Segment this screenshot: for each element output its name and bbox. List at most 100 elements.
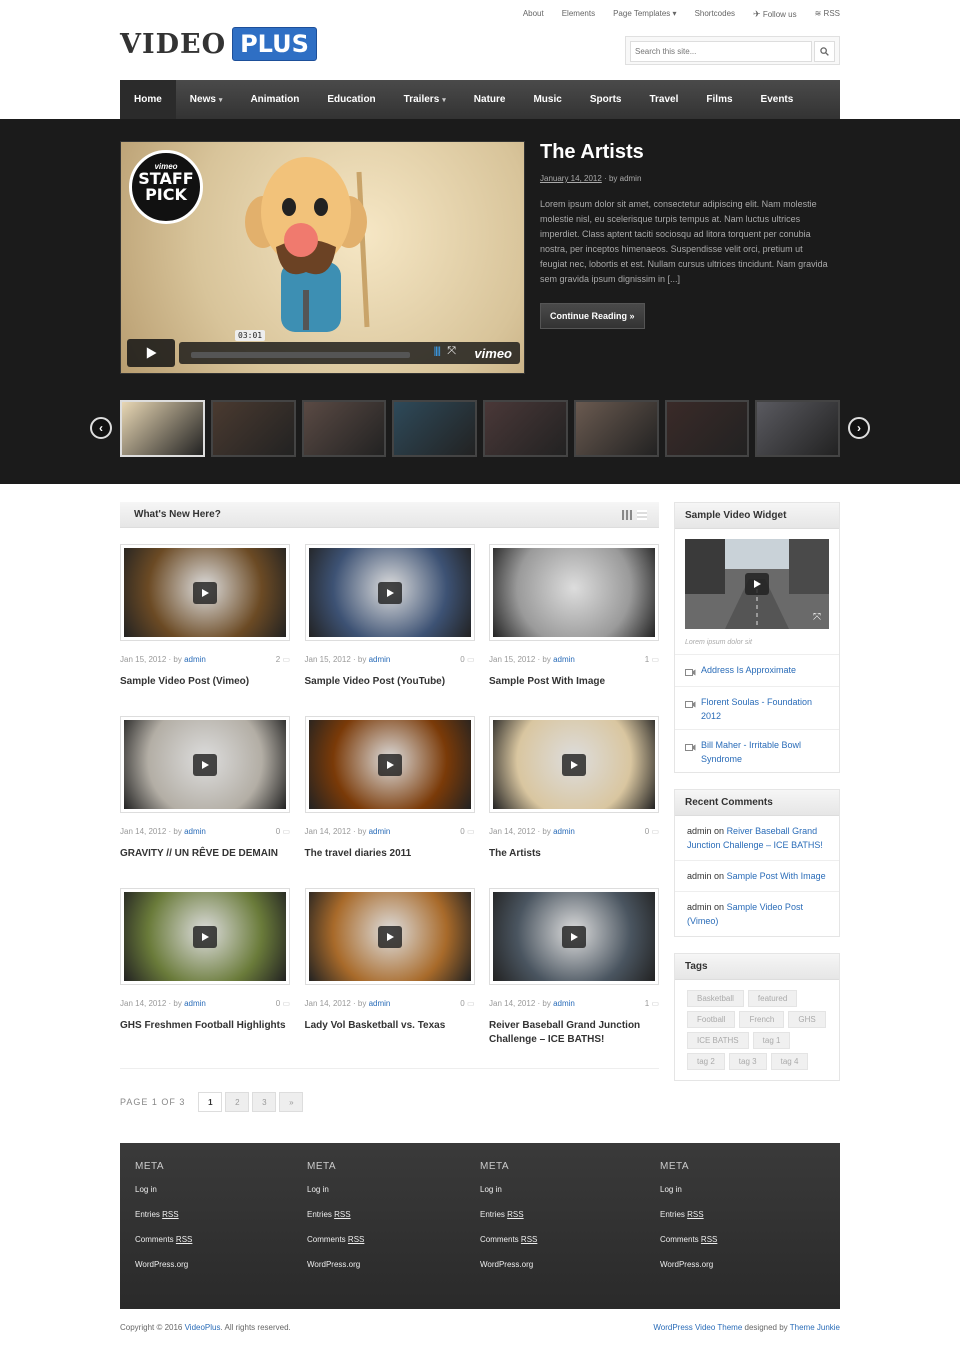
play-button[interactable] — [193, 925, 217, 948]
post-thumbnail[interactable] — [304, 888, 475, 985]
top-link-shortcodes[interactable]: Shortcodes — [695, 9, 735, 20]
nav-item-events[interactable]: Events — [747, 80, 808, 119]
play-button[interactable] — [562, 925, 586, 948]
play-button[interactable] — [745, 573, 769, 595]
comment-count[interactable]: 1 ▭ — [645, 655, 659, 664]
top-link-follow[interactable]: ✈ Follow us — [753, 9, 797, 20]
vimeo-logo[interactable]: vimeo — [474, 346, 512, 361]
play-button[interactable] — [193, 753, 217, 776]
footer-site-link[interactable]: VideoPlus — [185, 1323, 221, 1332]
post-title[interactable]: Sample Video Post (Vimeo) — [120, 675, 290, 689]
video-widget-link[interactable]: Address Is Approximate — [675, 655, 839, 687]
video-widget-link[interactable]: Florent Soulas - Foundation 2012 — [675, 687, 839, 730]
post-author-link[interactable]: admin — [553, 827, 575, 836]
post-title[interactable]: Sample Post With Image — [489, 675, 659, 689]
footer-comments-rss-link[interactable]: Comments RSS — [480, 1235, 537, 1245]
post-thumbnail[interactable] — [489, 716, 659, 813]
fullscreen-icon[interactable]: ⤧ — [813, 612, 821, 623]
footer-wordpress-link[interactable]: WordPress.org — [307, 1260, 364, 1270]
tag-link[interactable]: tag 4 — [770, 1053, 809, 1070]
nav-item-animation[interactable]: Animation — [236, 80, 313, 119]
nav-item-trailers[interactable]: Trailers ▾ — [390, 80, 460, 119]
footer-login-link[interactable]: Log in — [480, 1185, 537, 1195]
nav-item-travel[interactable]: Travel — [635, 80, 692, 119]
footer-login-link[interactable]: Log in — [135, 1185, 192, 1195]
post-thumbnail[interactable] — [120, 888, 290, 985]
top-link-page-templates[interactable]: Page Templates ▾ — [613, 9, 676, 20]
author-link[interactable]: Theme Junkie — [790, 1323, 840, 1332]
progress-track[interactable] — [191, 352, 410, 358]
video-progress-bar[interactable]: 03:01 |||| ⤧ vimeo — [179, 330, 520, 364]
slider-thumbnail[interactable] — [664, 400, 750, 457]
nav-item-news[interactable]: News ▾ — [176, 80, 237, 119]
tag-link[interactable]: ICE BATHS — [687, 1032, 749, 1049]
volume-icon[interactable]: |||| — [434, 346, 441, 357]
post-title[interactable]: GRAVITY // UN RÊVE DE DEMAIN — [120, 847, 290, 861]
tag-link[interactable]: featured — [747, 990, 798, 1007]
play-button[interactable] — [377, 925, 402, 948]
slider-thumbnail[interactable] — [392, 400, 477, 457]
slider-thumbnail[interactable] — [755, 400, 840, 457]
post-thumbnail[interactable] — [120, 716, 290, 813]
post-author-link[interactable]: admin — [184, 655, 206, 664]
post-title[interactable]: Lady Vol Basketball vs. Texas — [305, 1019, 475, 1033]
comment-count[interactable]: 0 ▭ — [460, 827, 474, 836]
search-input[interactable] — [630, 41, 812, 62]
comment-count[interactable]: 0 ▭ — [460, 655, 474, 664]
site-logo[interactable]: VIDEO PLUS — [120, 24, 317, 64]
theme-link[interactable]: WordPress Video Theme — [653, 1323, 742, 1332]
nav-item-nature[interactable]: Nature — [460, 80, 520, 119]
footer-comments-rss-link[interactable]: Comments RSS — [307, 1235, 364, 1245]
page-link-1[interactable]: 1 — [198, 1092, 223, 1112]
footer-entries-rss-link[interactable]: Entries RSS — [480, 1210, 537, 1220]
footer-comments-rss-link[interactable]: Comments RSS — [135, 1235, 192, 1245]
play-button[interactable] — [562, 753, 586, 776]
comment-count[interactable]: 1 ▭ — [645, 999, 659, 1008]
top-link-about[interactable]: About — [523, 9, 544, 20]
nav-item-sports[interactable]: Sports — [576, 80, 636, 119]
featured-date[interactable]: January 14, 2012 — [540, 174, 602, 183]
tag-link[interactable]: Football — [687, 1011, 736, 1028]
featured-title[interactable]: The Artists — [540, 141, 830, 164]
footer-entries-rss-link[interactable]: Entries RSS — [135, 1210, 192, 1220]
tag-link[interactable]: French — [739, 1011, 785, 1028]
post-title[interactable]: GHS Freshmen Football Highlights — [120, 1019, 290, 1033]
nav-item-education[interactable]: Education — [313, 80, 389, 119]
slider-thumbnail[interactable] — [483, 400, 568, 457]
slider-thumbnail[interactable] — [120, 400, 205, 457]
footer-wordpress-link[interactable]: WordPress.org — [660, 1260, 717, 1270]
footer-entries-rss-link[interactable]: Entries RSS — [660, 1210, 717, 1220]
top-link-elements[interactable]: Elements — [562, 9, 595, 20]
tag-link[interactable]: tag 1 — [752, 1032, 791, 1049]
play-button[interactable] — [127, 339, 175, 367]
post-author-link[interactable]: admin — [369, 655, 391, 664]
slider-next-button[interactable]: › — [848, 417, 870, 439]
nav-item-films[interactable]: Films — [692, 80, 746, 119]
nav-item-home[interactable]: Home — [120, 80, 176, 119]
page-link-4[interactable]: » — [279, 1092, 304, 1112]
tag-link[interactable]: tag 3 — [728, 1053, 767, 1070]
widget-video-player[interactable]: ⤧ — [685, 539, 829, 629]
post-thumbnail[interactable] — [304, 544, 475, 641]
footer-entries-rss-link[interactable]: Entries RSS — [307, 1210, 364, 1220]
featured-video-player[interactable]: vimeo STAFF PICK 03:01 |||| ⤧ vimeo — [120, 141, 525, 374]
post-author-link[interactable]: admin — [184, 827, 206, 836]
fullscreen-icon[interactable]: ⤧ — [447, 345, 456, 358]
slider-thumbnail[interactable] — [573, 400, 659, 457]
search-button[interactable] — [814, 41, 835, 62]
comment-count[interactable]: 2 ▭ — [276, 655, 290, 664]
page-link-3[interactable]: 3 — [252, 1092, 277, 1112]
post-thumbnail[interactable] — [304, 716, 475, 813]
play-button[interactable] — [377, 753, 402, 776]
footer-login-link[interactable]: Log in — [660, 1185, 717, 1195]
comment-count[interactable]: 0 ▭ — [645, 827, 659, 836]
post-title[interactable]: Sample Video Post (YouTube) — [305, 675, 475, 689]
comment-count[interactable]: 0 ▭ — [460, 999, 474, 1008]
comment-count[interactable]: 0 ▭ — [276, 827, 290, 836]
slider-thumbnail[interactable] — [301, 400, 387, 457]
nav-item-music[interactable]: Music — [519, 80, 575, 119]
page-link-2[interactable]: 2 — [225, 1092, 250, 1112]
footer-login-link[interactable]: Log in — [307, 1185, 364, 1195]
footer-wordpress-link[interactable]: WordPress.org — [135, 1260, 192, 1270]
post-thumbnail[interactable] — [489, 544, 659, 641]
